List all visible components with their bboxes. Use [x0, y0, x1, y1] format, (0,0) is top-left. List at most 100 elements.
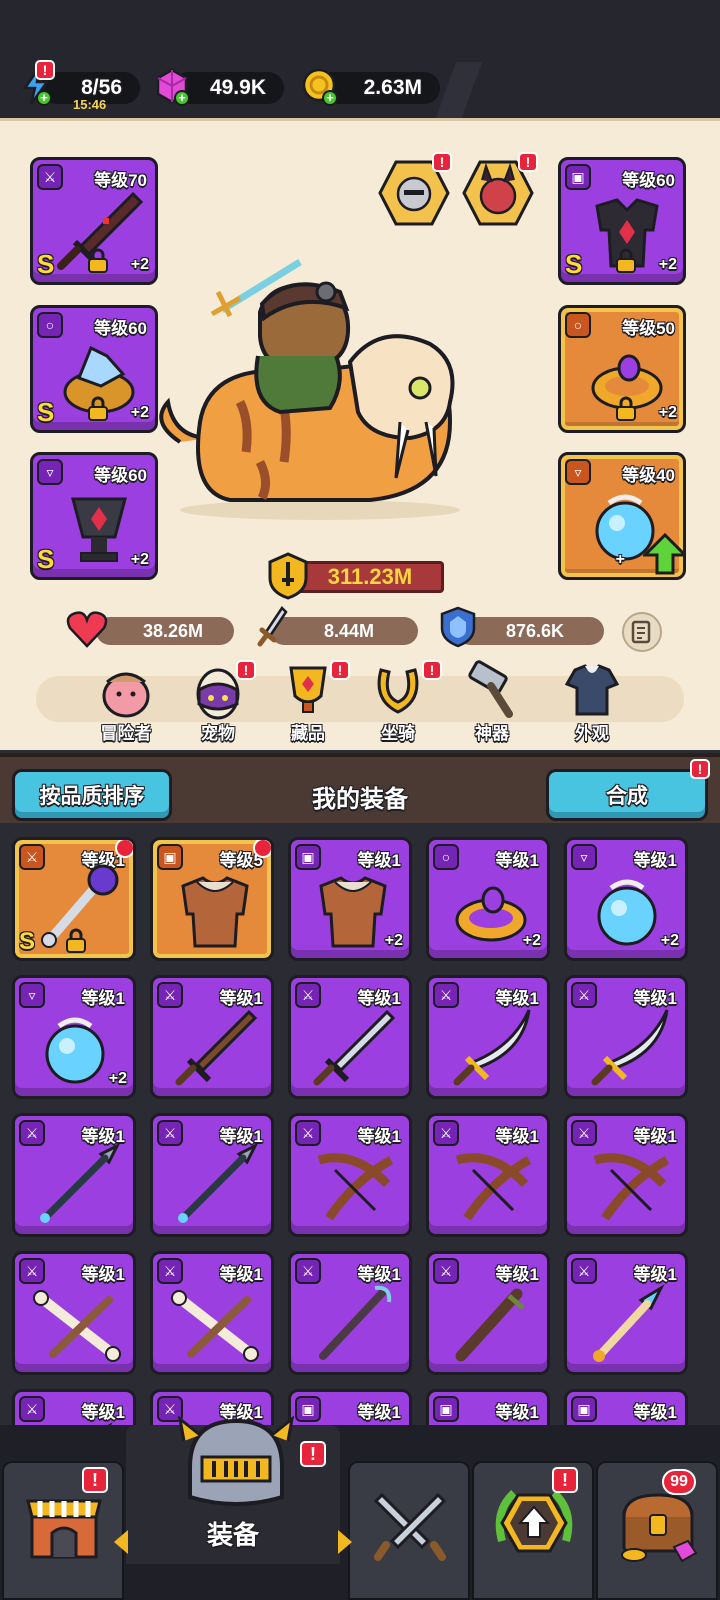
inventory-item[interactable]: ⚔ 等级1	[564, 975, 688, 1099]
grade-label: S	[37, 249, 55, 279]
inventory-item[interactable]: ⚔ 等级1	[288, 1113, 412, 1237]
bow-icon	[317, 1153, 394, 1221]
grade-label: S	[37, 544, 55, 574]
inventory-item[interactable]: ▣ 等级1	[564, 1389, 688, 1425]
mount-alert-icon: !	[422, 660, 442, 680]
lock-icon	[66, 928, 86, 953]
equipped-ring2-slot[interactable]: ○ 等级50 +2	[558, 305, 686, 433]
inventory-item[interactable]: ▿ 等级1 +2	[12, 975, 136, 1099]
plus-label: +2	[660, 932, 679, 949]
new-item-badge	[253, 840, 271, 858]
tab-battle[interactable]	[348, 1461, 470, 1600]
inventory-item[interactable]: ▣ 等级1	[426, 1389, 550, 1425]
inventory-item[interactable]: ⚔ 等级1	[12, 1389, 136, 1425]
pet-alert-icon: !	[236, 660, 256, 680]
bottom-tab-bar: ! ! 装备 ! 99	[0, 1415, 720, 1600]
scimitar-icon	[453, 1009, 531, 1086]
sword-icon	[257, 606, 288, 647]
grade-label: S	[37, 397, 55, 427]
inventory-item[interactable]: ⚔ 等级1	[564, 1113, 688, 1237]
inventory-item[interactable]: ⚔ 等级1	[564, 1251, 688, 1375]
grade-label: S	[565, 249, 583, 279]
plus-label: +2	[130, 404, 149, 421]
inventory-item[interactable]: ⚔ 等级1	[288, 1251, 412, 1375]
nav-artifact[interactable]: 神器	[452, 660, 532, 744]
merge-label: 合成	[606, 785, 648, 808]
list-icon	[631, 620, 651, 644]
inventory-item[interactable]: ▣ 等级5	[150, 837, 274, 961]
inventory-item[interactable]: ⚔ 等级1	[12, 1251, 136, 1375]
equipped-ring-slot[interactable]: ○ 等级60 S +2	[30, 305, 158, 433]
lock-icon	[88, 248, 108, 273]
inventory-item[interactable]: ⚔ 等级1	[426, 1113, 550, 1237]
attack-stat: 8.44M	[270, 617, 418, 645]
plus-label: +2	[108, 1070, 127, 1087]
power-value: 311.23M	[327, 564, 413, 589]
inventory-item[interactable]: ▣ 等级1 +2	[288, 837, 412, 961]
topbar-divider	[435, 62, 483, 118]
plus-label: +2	[658, 256, 677, 273]
helmet-icon	[178, 1415, 294, 1506]
defense-stat: 876.6K	[456, 617, 604, 645]
crystal-staff-icon	[107, 1422, 113, 1425]
plus-label: +2	[130, 256, 149, 273]
gold-value: 2.63M	[363, 76, 422, 99]
collection-alert-icon: !	[330, 660, 350, 680]
inventory-item[interactable]: ⚔ 等级1	[426, 1251, 550, 1375]
nav-label: 冒险者	[100, 724, 152, 743]
attack-value: 8.44M	[323, 620, 375, 641]
nav-label: 神器	[475, 724, 509, 743]
equipment-alert-icon: !	[300, 1441, 326, 1467]
equipped-necklace-slot[interactable]: ▿ 等级60 S +2	[30, 452, 158, 580]
hammer-icon	[468, 660, 513, 718]
merge-button[interactable]: 合成	[546, 769, 708, 821]
upgrade-emblem-icon	[495, 1490, 573, 1553]
upgrade-arrow-icon	[643, 533, 683, 575]
chest-count-badge: 99	[662, 1469, 696, 1495]
stats-detail-button[interactable]	[622, 612, 662, 652]
inventory-item[interactable]: ⚔ 等级1 S	[12, 837, 136, 961]
new-item-badge	[115, 840, 133, 858]
spear-icon	[178, 1142, 259, 1223]
gold-coin-icon: +	[298, 64, 342, 108]
crystal-staff-icon	[593, 1284, 665, 1362]
equipped-necklace2-slot[interactable]: ▿ 等级40 +	[558, 452, 686, 580]
upgrade-alert-icon: !	[552, 1467, 578, 1493]
bone-crossbow-icon	[171, 1290, 259, 1362]
tab-chest[interactable]: 99	[596, 1461, 718, 1600]
inventory-item[interactable]: ⚔ 等级1	[426, 975, 550, 1099]
inventory-item[interactable]: ⚔ 等级1	[12, 1113, 136, 1237]
inventory-item[interactable]: ⚔ 等级1	[150, 975, 274, 1099]
shield-icon	[440, 606, 476, 648]
energy-alert-icon: !	[35, 60, 55, 80]
inventory-item[interactable]: ⚔ 等级1	[288, 975, 412, 1099]
shop-icon	[26, 1499, 102, 1559]
inventory-item[interactable]: ○ 等级1 +2	[426, 837, 550, 961]
fur-armor-icon	[181, 876, 249, 948]
tab-upgrade[interactable]: !	[472, 1461, 594, 1600]
equipped-weapon-slot[interactable]: ⚔ 等级70 S +2	[30, 157, 158, 285]
inventory-item[interactable]: ⚔ 等级1	[150, 1113, 274, 1237]
tab-shop[interactable]: !	[2, 1461, 124, 1600]
equipped-armor-slot[interactable]: ▣ 等级60 S +2	[558, 157, 686, 285]
inventory-item[interactable]: ⚔ 等级1	[150, 1251, 274, 1375]
inventory-item[interactable]: ▿ 等级1 +2	[564, 837, 688, 961]
plus-label: +	[615, 551, 625, 568]
crossed-swords-icon	[373, 1492, 447, 1561]
tab-left-arrow-icon[interactable]	[114, 1530, 128, 1554]
gem-icon: +	[150, 64, 194, 108]
steel-sword-icon	[313, 1009, 396, 1086]
bone-crossbow-icon	[33, 1290, 121, 1362]
inventory-grid: ⚔ 等级1 S ▣ 等级5 ▣ 等级1 +2 ○ 等级1 +2 ▿ 等级1 +2 ▿ 等级1 +2 ⚔ 等级1 ⚔ 等级…	[0, 823, 720, 1425]
tab-right-arrow-icon[interactable]	[338, 1530, 352, 1554]
tab-equipment[interactable]: ! 装备	[126, 1415, 340, 1564]
fur-armor-icon	[581, 1416, 677, 1425]
bow-icon	[593, 1153, 670, 1221]
inventory-item[interactable]: ▣ 等级1	[288, 1389, 412, 1425]
nav-appearance[interactable]: 外观	[552, 660, 632, 744]
merge-alert-icon: !	[690, 759, 710, 779]
gems-value: 49.9K	[209, 76, 266, 99]
nav-label: 坐骑	[381, 724, 415, 743]
nav-adventurer[interactable]: 冒险者	[86, 660, 166, 744]
outfit-icon	[564, 664, 620, 716]
